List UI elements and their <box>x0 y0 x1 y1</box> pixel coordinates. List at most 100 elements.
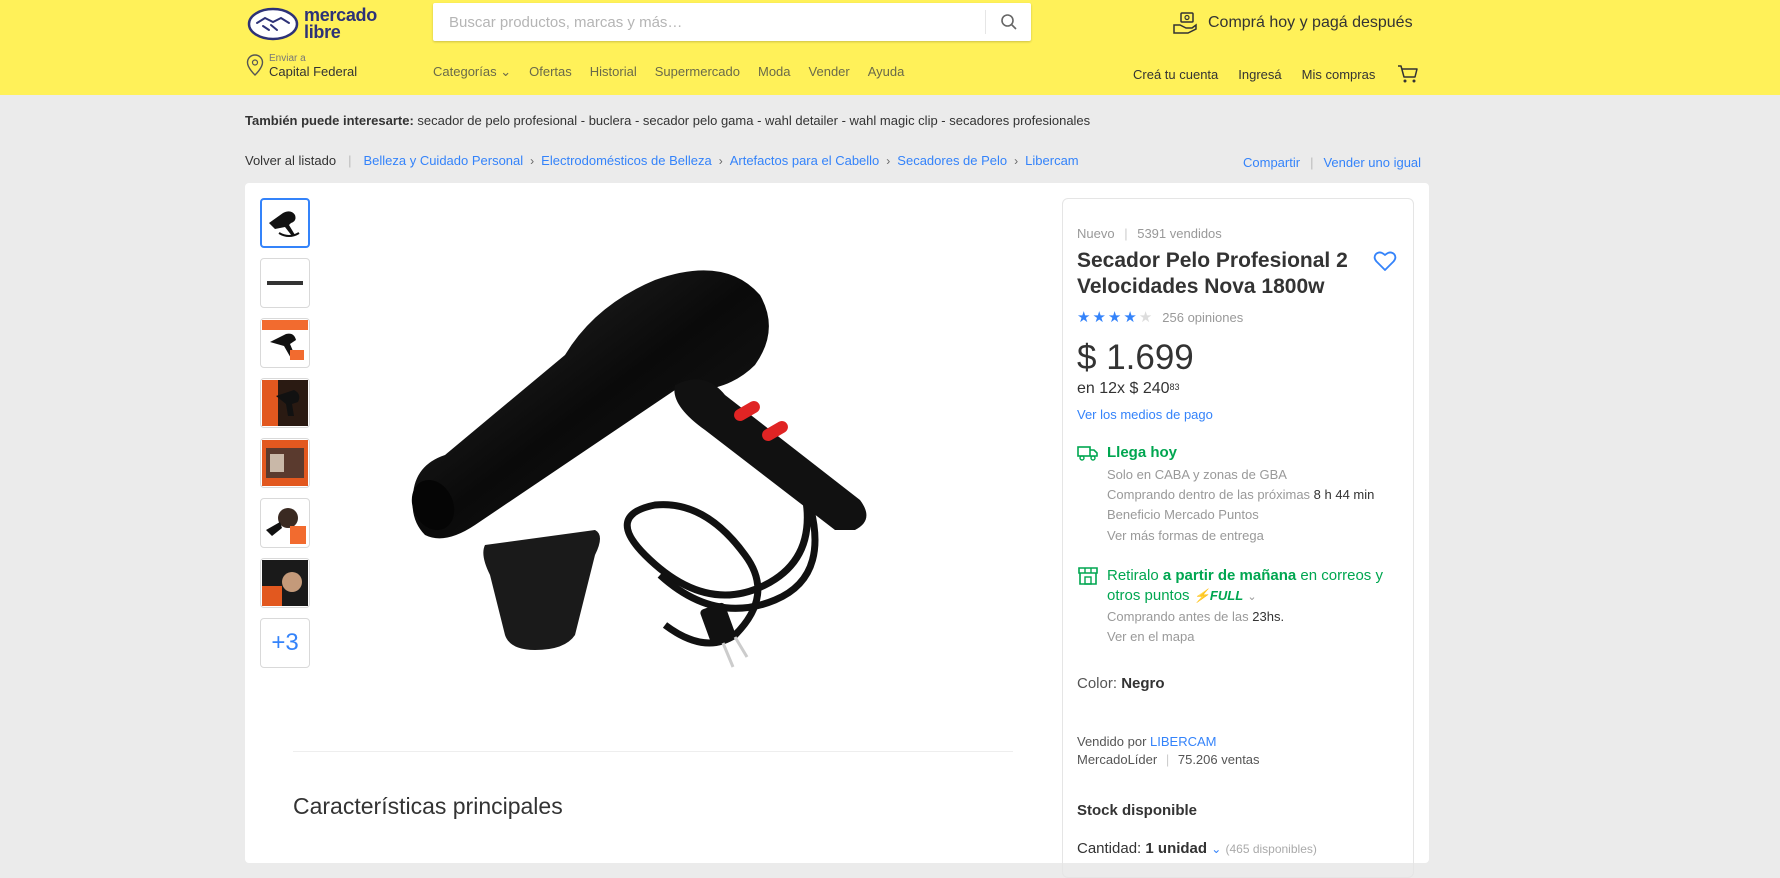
my-purchases-link[interactable]: Mis compras <box>1302 67 1376 82</box>
rating[interactable]: ★ ★ ★ ★ ★ 256 opiniones <box>1077 308 1243 326</box>
seller-reputation: MercadoLíder | 75.206 ventas <box>1077 752 1260 767</box>
nav-supermercado[interactable]: Supermercado <box>655 64 740 80</box>
back-to-list-link[interactable]: Volver al listado <box>245 153 336 168</box>
color-selector: Color: Negro <box>1077 675 1165 692</box>
star-icon: ★ <box>1107 309 1122 326</box>
thumbnail[interactable] <box>260 498 310 548</box>
nav-moda[interactable]: Moda <box>758 64 791 80</box>
chevron-right-icon: › <box>1014 153 1019 168</box>
location-value: Capital Federal <box>269 64 358 79</box>
thumbnail[interactable] <box>260 258 310 308</box>
condition-and-sales: Nuevo | 5391 vendidos <box>1077 226 1222 241</box>
share-link[interactable]: Compartir <box>1243 155 1300 170</box>
search-button[interactable] <box>985 10 1031 34</box>
star-icon: ★ <box>1123 309 1137 326</box>
more-thumbnails-button[interactable]: +3 <box>260 618 310 668</box>
thumbnail[interactable] <box>260 318 310 368</box>
payment-methods-link[interactable]: Ver los medios de pago <box>1077 407 1213 422</box>
related-searches-list[interactable]: secador de pelo profesional - buclera - … <box>414 113 1090 128</box>
seller-sales: 75.206 ventas <box>1177 752 1260 767</box>
installments: en 12x $ 24083 <box>1077 380 1180 397</box>
main-product-image[interactable] <box>405 255 925 695</box>
breadcrumb-item[interactable]: Libercam <box>1025 153 1078 168</box>
thumbnail[interactable] <box>260 558 310 608</box>
related-searches-label: También puede interesarte: <box>245 113 414 128</box>
product-feature-thumbnail-image <box>262 320 308 360</box>
divider <box>293 751 1013 752</box>
delivery-location[interactable]: Enviar a Capital Federal <box>246 52 357 78</box>
breadcrumb: Volver al listado | Belleza y Cuidado Pe… <box>245 153 1079 168</box>
features-heading: Características principales <box>293 793 563 819</box>
chevron-right-icon: › <box>886 153 891 168</box>
hand-money-icon <box>1173 12 1197 34</box>
product-detail-thumbnail-image <box>262 380 308 426</box>
shipping-benefit: Beneficio Mercado Puntos <box>1107 507 1259 522</box>
more-shipping-options-link[interactable]: Ver más formas de entrega <box>1107 528 1264 543</box>
location-pin-icon <box>246 54 264 76</box>
related-searches: También puede interesarte: secador de pe… <box>245 113 1090 128</box>
breadcrumb-item[interactable]: Secadores de Pelo <box>897 153 1007 168</box>
seller-info: Vendido por LIBERCAM <box>1077 734 1217 749</box>
cart-icon[interactable] <box>1397 64 1419 84</box>
available-count: (465 disponibles) <box>1225 842 1317 856</box>
chevron-right-icon: › <box>718 153 723 168</box>
handshake-logo-icon <box>247 7 299 41</box>
nav-vender[interactable]: Vender <box>809 64 850 80</box>
shipping-countdown: Comprando dentro de las próximas 8 h 44 … <box>1107 487 1375 502</box>
chevron-down-icon: ⌄ <box>500 64 512 79</box>
product-title: Secador Pelo Profesional 2 Velocidades N… <box>1077 249 1348 298</box>
login-link[interactable]: Ingresá <box>1238 67 1281 82</box>
divider: | <box>348 153 352 168</box>
seller-link[interactable]: LIBERCAM <box>1150 734 1216 749</box>
chevron-right-icon: › <box>530 153 535 168</box>
stock-status: Stock disponible <box>1077 802 1198 819</box>
view-map-link[interactable]: Ver en el mapa <box>1107 629 1194 644</box>
nav-historial[interactable]: Historial <box>590 64 637 80</box>
model-thumbnail-image <box>262 560 308 606</box>
buy-now-pay-later-promo[interactable]: Comprá hoy y pagá después <box>1172 8 1413 38</box>
brand-logo-thumbnail-image <box>267 281 303 285</box>
installments-cents: 83 <box>1169 382 1180 392</box>
condition-label: Nuevo <box>1077 226 1115 241</box>
thumbnail[interactable] <box>260 198 310 248</box>
truck-icon <box>1077 446 1098 461</box>
thumbnail[interactable] <box>260 438 310 488</box>
search-bar <box>433 3 1031 41</box>
main-nav: Categorías ⌄ Ofertas Historial Supermerc… <box>433 64 904 80</box>
star-icon: ★ <box>1092 309 1106 326</box>
sold-count: 5391 vendidos <box>1137 226 1222 241</box>
promo-text: Comprá hoy y pagá después <box>1208 14 1413 31</box>
logo-text: mercado libre <box>304 5 377 42</box>
model-thumbnail-image <box>262 500 308 546</box>
share-actions: Compartir | Vender uno igual <box>1243 155 1421 170</box>
full-badge: ⚡FULL <box>1193 588 1244 603</box>
search-icon <box>1000 14 1017 30</box>
user-nav: Creá tu cuenta Ingresá Mis compras <box>1133 64 1419 84</box>
shipping-area: Solo en CABA y zonas de GBA <box>1107 467 1287 482</box>
header: mercado libre Comprá hoy y pagá después … <box>0 0 1780 95</box>
nav-ayuda[interactable]: Ayuda <box>868 64 905 80</box>
divider: | <box>1310 155 1314 170</box>
product-usage-thumbnail-image <box>262 440 308 486</box>
store-icon <box>1078 567 1098 585</box>
breadcrumb-item[interactable]: Electrodomésticos de Belleza <box>541 153 712 168</box>
more-images-count: +3 <box>271 629 299 656</box>
sell-same-link[interactable]: Vender uno igual <box>1323 155 1421 170</box>
breadcrumb-item[interactable]: Artefactos para el Cabello <box>730 153 880 168</box>
thumbnail[interactable] <box>260 378 310 428</box>
mercadolibre-logo[interactable]: mercado libre <box>247 4 383 44</box>
create-account-link[interactable]: Creá tu cuenta <box>1133 67 1218 82</box>
quantity-selector[interactable]: Cantidad: 1 unidad ⌄ (465 disponibles) <box>1077 840 1317 857</box>
search-input[interactable] <box>447 3 977 41</box>
nav-ofertas[interactable]: Ofertas <box>529 64 572 80</box>
chevron-down-icon[interactable]: ⌄ <box>1247 591 1256 603</box>
hair-dryer-thumbnail-image <box>269 211 300 237</box>
price: $ 1.699 <box>1077 338 1194 377</box>
nav-categorias[interactable]: Categorías ⌄ <box>433 64 511 80</box>
chevron-down-icon: ⌄ <box>1211 842 1222 856</box>
breadcrumb-item[interactable]: Belleza y Cuidado Personal <box>363 153 523 168</box>
heart-icon[interactable] <box>1373 250 1397 272</box>
pickup-deadline: Comprando antes de las 23hs. <box>1107 609 1285 624</box>
seller-badge: MercadoLíder <box>1077 752 1158 767</box>
shipping-title: Llega hoy <box>1107 444 1178 461</box>
